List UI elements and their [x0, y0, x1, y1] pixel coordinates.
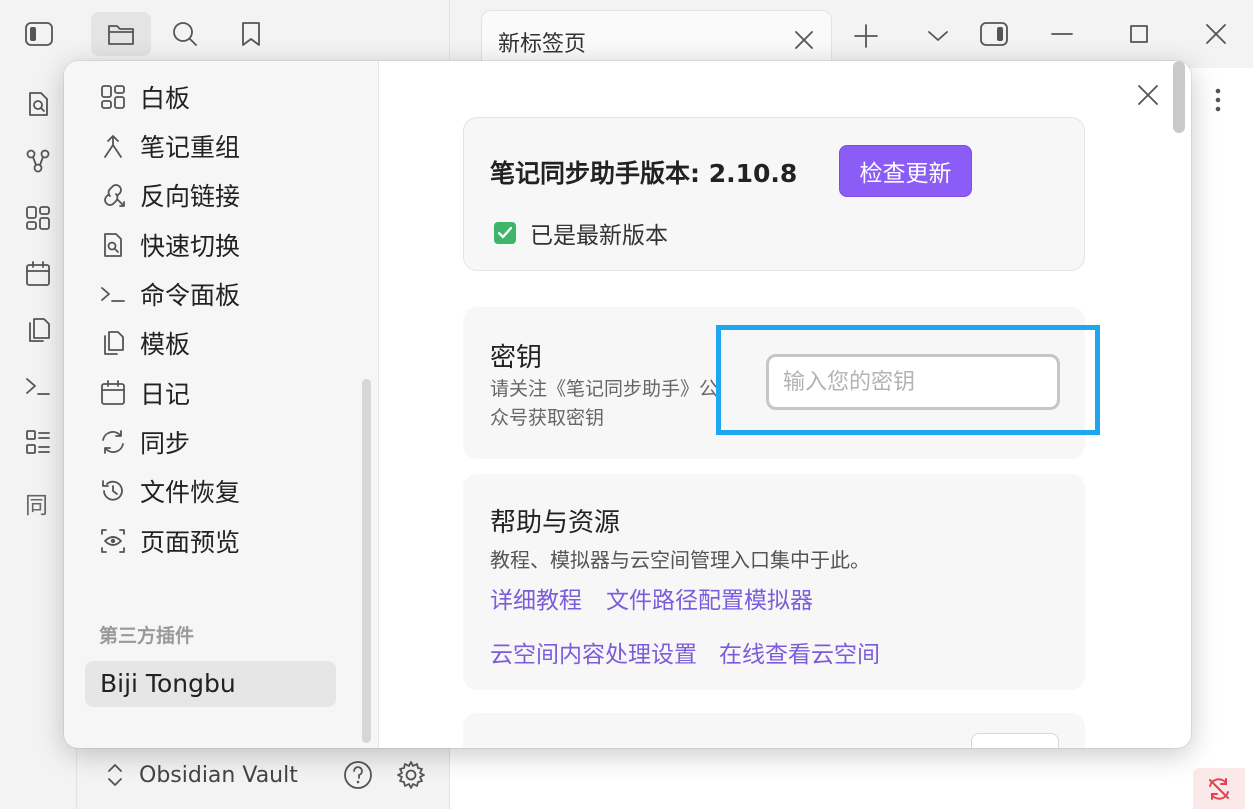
toggle-sidebar-button[interactable]: [17, 12, 61, 56]
sidebar-right-icon: [980, 22, 1008, 46]
templates-icon[interactable]: [24, 316, 52, 344]
merge-icon: [104, 135, 122, 158]
more-vertical-icon: [1215, 88, 1221, 112]
check-update-button[interactable]: 检查更新: [839, 145, 972, 197]
content-scrollbar[interactable]: [1173, 61, 1185, 133]
sidebar-item-biji-tongbu[interactable]: Biji Tongbu: [85, 661, 336, 707]
vault-switcher[interactable]: Obsidian Vault: [105, 755, 298, 795]
sync-status-button[interactable]: [1193, 768, 1245, 809]
link-path-simulator[interactable]: 文件路径配置模拟器: [606, 581, 813, 615]
toggle-right-sidebar-button[interactable]: [972, 12, 1016, 56]
help-card: 帮助与资源 教程、模拟器与云空间管理入口集中于此。 详细教程 文件路径配置模拟器…: [463, 474, 1085, 690]
sidebar-item-label: 命令面板: [140, 281, 241, 310]
graph-view-icon[interactable]: [24, 147, 52, 175]
close-modal-icon[interactable]: [1134, 81, 1162, 109]
minimize-icon: [1051, 33, 1073, 35]
file-search-icon: [104, 233, 122, 257]
terminal-icon: [101, 287, 125, 302]
more-options-button[interactable]: [1196, 78, 1240, 122]
link-cloud-content-settings[interactable]: 云空间内容处理设置: [490, 635, 697, 669]
sidebar-item-label: 快速切换: [140, 232, 241, 261]
key-input[interactable]: [766, 354, 1060, 410]
sidebar-item-label: 模板: [140, 330, 191, 359]
calendar-icon: [101, 380, 125, 405]
plugin-version: 笔记同步助手版本: 2.10.8: [490, 159, 798, 188]
settings-gear-icon[interactable]: [396, 760, 426, 790]
minimize-button[interactable]: [1040, 12, 1084, 56]
new-tab-button[interactable]: [844, 14, 888, 58]
version-card: 笔记同步助手版本: 2.10.8 检查更新 已是最新版本: [463, 117, 1085, 271]
close-icon: [1206, 24, 1226, 44]
sync-icon: [102, 430, 124, 454]
sidebar-item-file-recovery[interactable]: 文件恢复: [100, 469, 240, 513]
sidebar-item-canvas[interactable]: 白板: [100, 75, 190, 119]
bookmarks-tab-button[interactable]: [229, 12, 273, 56]
eye-icon: [101, 529, 125, 553]
sidebar-item-label: 文件恢复: [140, 478, 241, 507]
vault-name: Obsidian Vault: [139, 762, 298, 788]
close-window-button[interactable]: [1194, 12, 1238, 56]
link-view-cloud-online[interactable]: 在线查看云空间: [719, 635, 880, 669]
key-description: 请关注《笔记同步助手》公众号获取密钥: [490, 378, 719, 429]
sidebar-item-daily-notes[interactable]: 日记: [100, 371, 190, 415]
sidebar-icon: [25, 22, 53, 46]
check-icon: [494, 222, 516, 244]
canvas-icon[interactable]: [24, 204, 52, 232]
third-party-section-heading: 第三方插件: [99, 625, 195, 647]
dashboard-icon: [101, 85, 125, 109]
search-tab-button[interactable]: [163, 12, 207, 56]
maximize-button[interactable]: [1117, 12, 1161, 56]
sidebar-item-label: 反向链接: [140, 182, 241, 211]
sidebar-item-quick-switcher[interactable]: 快速切换: [100, 223, 240, 267]
help-icon[interactable]: [343, 760, 373, 790]
settings-modal: 白板 笔记重组 反向链接 快速切换 命令面板 模板 日记 同步 文件恢复 页面预…: [64, 61, 1191, 748]
sidebar-item-page-preview[interactable]: 页面预览: [100, 519, 240, 563]
sidebar-item-backlinks[interactable]: 反向链接: [100, 173, 240, 217]
sync-plugin-ribbon-icon[interactable]: 同: [25, 486, 48, 520]
command-palette-icon[interactable]: [24, 372, 52, 400]
status-text: 已是最新版本: [530, 223, 668, 249]
daily-note-icon[interactable]: [24, 260, 52, 288]
help-title: 帮助与资源: [490, 508, 621, 538]
history-icon: [102, 480, 123, 501]
settings-sidebar: 白板 笔记重组 反向链接 快速切换 命令面板 模板 日记 同步 文件恢复 页面预…: [64, 61, 379, 748]
chevron-down-icon: [928, 31, 948, 41]
update-status: 已是最新版本: [494, 216, 668, 250]
plus-icon: [854, 24, 878, 48]
bookmark-icon: [242, 22, 260, 46]
search-icon: [173, 22, 197, 46]
help-description: 教程、模拟器与云空间管理入口集中于此。: [490, 548, 870, 572]
close-tab-icon[interactable]: [793, 29, 815, 51]
files-tab-button[interactable]: [91, 12, 151, 56]
sidebar-item-sync[interactable]: 同步: [100, 420, 190, 464]
sidebar-item-templates[interactable]: 模板: [100, 321, 190, 365]
chevron-updown-icon: [108, 764, 122, 786]
sidebar-item-label: 日记: [140, 380, 191, 409]
sidebar-item-label: Biji Tongbu: [100, 669, 236, 698]
sidebar-scrollbar[interactable]: [362, 379, 371, 743]
tab-new-tab[interactable]: 新标签页: [481, 10, 832, 68]
maximize-icon: [1130, 25, 1148, 43]
sidebar-item-label: 页面预览: [140, 528, 241, 557]
sync-error-icon: [1209, 777, 1229, 800]
quick-switcher-icon[interactable]: [24, 90, 52, 118]
sidebar-item-command-palette[interactable]: 命令面板: [100, 272, 240, 316]
sidebar-item-label: 白板: [140, 84, 191, 113]
backlink-icon: [104, 184, 125, 207]
next-card-button[interactable]: [971, 733, 1059, 748]
tab-list-button[interactable]: [916, 14, 960, 58]
link-detailed-tutorial[interactable]: 详细教程: [490, 581, 582, 615]
sidebar-item-label: 笔记重组: [140, 133, 241, 162]
sidebar-item-label: 同步: [140, 429, 191, 458]
tab-title: 新标签页: [498, 32, 587, 57]
sidebar-item-note-composer[interactable]: 笔记重组: [100, 124, 240, 168]
key-title: 密钥: [490, 343, 543, 373]
folder-icon: [108, 25, 134, 45]
files-icon: [104, 331, 124, 355]
outline-icon[interactable]: [24, 428, 52, 456]
